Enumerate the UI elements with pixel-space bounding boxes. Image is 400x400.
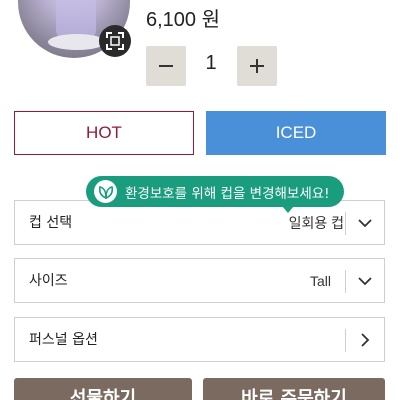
chevron-down-icon [356,214,374,232]
row-divider [345,329,346,352]
expand-image-button[interactable] [99,25,131,57]
product-price: 6,100 원 [146,9,221,31]
hot-option-button[interactable]: HOT [14,111,194,155]
chevron-down-icon [356,272,374,290]
personal-option-row[interactable]: 퍼스널 옵션 [14,317,385,362]
cup-select-value: 일회용 컵 [288,215,344,231]
order-now-button[interactable]: 바로 주문하기 [203,378,385,400]
chevron-right-icon [356,331,374,349]
eco-tooltip: 환경보호를 위해 컵을 변경해보세요! [86,176,344,213]
size-select-row[interactable]: 사이즈 Tall [14,258,385,303]
gift-button[interactable]: 선물하기 [14,378,192,400]
personal-option-label: 퍼스널 옵션 [29,332,98,348]
row-divider [345,212,346,235]
size-select-value: Tall [309,273,331,289]
plus-icon [250,59,264,73]
eco-tooltip-text: 환경보호를 위해 컵을 변경해보세요! [125,185,330,202]
quantity-decrease-button[interactable] [146,46,186,86]
coaster-illustration [48,34,106,50]
row-divider [345,270,346,293]
iced-option-button[interactable]: ICED [206,111,386,155]
minus-icon [159,65,173,67]
quantity-value: 1 [205,52,217,74]
quantity-increase-button[interactable] [237,46,277,86]
expand-icon [106,32,124,50]
size-select-label: 사이즈 [29,273,68,289]
cup-select-label: 컵 선택 [29,215,73,231]
leaf-icon [94,180,117,203]
